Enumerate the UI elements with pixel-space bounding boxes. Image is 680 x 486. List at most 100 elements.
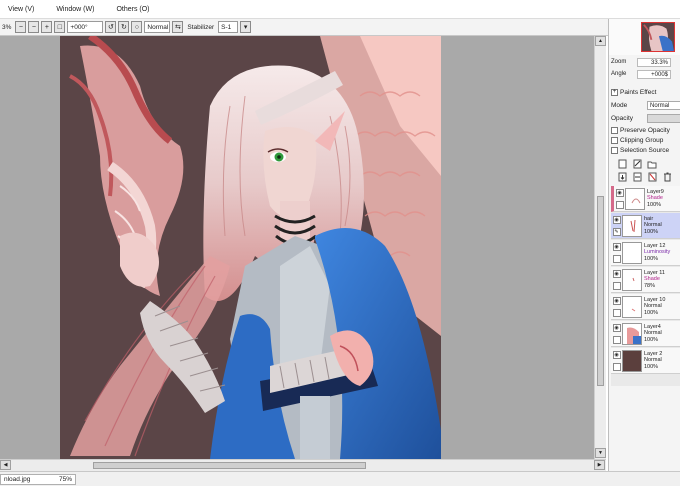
- horizontal-scroll-thumb[interactable]: [93, 462, 366, 469]
- delete-layer-icon[interactable]: [662, 172, 672, 182]
- layer-thumbnail: [622, 268, 642, 291]
- flip-icon[interactable]: ⇆: [172, 21, 184, 33]
- lock-toggle[interactable]: [612, 308, 621, 317]
- clear-layer-icon[interactable]: [647, 172, 657, 182]
- document-zoom: 75%: [58, 476, 72, 483]
- scroll-right-icon[interactable]: ▶: [594, 460, 605, 470]
- eye-icon[interactable]: ◉: [612, 215, 621, 224]
- right-panel: Zoom 33.3% Angle +000$ + Paints Effect M…: [608, 19, 680, 471]
- preserve-opacity-row[interactable]: Preserve Opacity: [611, 125, 680, 135]
- zoom-reset-icon[interactable]: □: [54, 21, 66, 33]
- layer-opacity: 100%: [644, 363, 659, 370]
- layer-info: Layer4 Normal 100%: [644, 324, 662, 344]
- layer-row[interactable]: ◉ Layer 10 Normal 100%: [611, 294, 680, 320]
- eye-icon[interactable]: ◉: [615, 188, 624, 197]
- lock-toggle[interactable]: [612, 335, 621, 344]
- layer-row[interactable]: ◉ Layer 11 Shade 78%: [611, 267, 680, 293]
- paints-effect-label: Paints Effect: [620, 88, 657, 96]
- status-bar: nload.jpg 75%: [0, 471, 680, 486]
- zoom-out-icon[interactable]: −: [15, 21, 27, 33]
- layer-opacity: 100%: [644, 228, 659, 235]
- layer-row[interactable]: ◉ Layer 12 Luminosity 100%: [611, 240, 680, 266]
- layer-actions-row-2: [617, 172, 672, 182]
- lock-toggle[interactable]: [612, 254, 621, 263]
- layer-row[interactable]: ◉ Layer4 Normal 100%: [611, 321, 680, 347]
- selection-source-row[interactable]: Selection Source: [611, 145, 680, 155]
- stabilizer-select[interactable]: S-1: [218, 21, 239, 33]
- rotate-reset-icon[interactable]: ○: [131, 21, 143, 33]
- expand-icon[interactable]: +: [611, 88, 618, 96]
- layer-thumbnail: [622, 349, 642, 372]
- opacity-slider[interactable]: [647, 113, 680, 123]
- layer-controls: ◉: [611, 323, 622, 345]
- layer-row[interactable]: ◉ ✎ hair Normal 100%: [611, 213, 680, 239]
- layer-thumbnail: [622, 214, 642, 237]
- blend-mode-field[interactable]: Normal: [144, 21, 171, 33]
- mode-select[interactable]: Normal: [647, 100, 680, 110]
- paints-effect-header[interactable]: + Paints Effect: [611, 87, 680, 97]
- canvas-area[interactable]: [0, 36, 594, 459]
- selection-source-checkbox[interactable]: [611, 146, 618, 154]
- zoom-minus-icon[interactable]: −: [28, 21, 40, 33]
- menu-others[interactable]: Others (O): [116, 6, 149, 13]
- artwork-canvas[interactable]: [60, 36, 441, 459]
- vertical-scrollbar[interactable]: ▲ ▼: [594, 36, 606, 459]
- rotate-left-icon[interactable]: ↺: [105, 21, 117, 33]
- document-tab[interactable]: nload.jpg 75%: [0, 474, 76, 485]
- eye-icon[interactable]: ◉: [612, 296, 621, 305]
- preserve-opacity-label: Preserve Opacity: [620, 126, 670, 134]
- layer-thumbnail: [622, 322, 642, 345]
- eye-icon[interactable]: ◉: [612, 350, 621, 359]
- toolbar: 3% − − + □ +000° ↺ ↻ ○ Normal ⇆ Stabiliz…: [0, 19, 608, 36]
- clipping-group-label: Clipping Group: [620, 136, 664, 144]
- new-linework-layer-icon[interactable]: [632, 159, 642, 169]
- layer-row[interactable]: ◉ Layer9 Shade 100%: [611, 186, 680, 212]
- zoom-value[interactable]: 3%: [0, 24, 13, 31]
- scroll-down-icon[interactable]: ▼: [595, 448, 606, 458]
- horizontal-scrollbar[interactable]: ◀ ▶: [0, 459, 606, 471]
- menu-window[interactable]: Window (W): [56, 6, 94, 13]
- transfer-down-icon[interactable]: [617, 172, 627, 182]
- stabilizer-dropdown-icon[interactable]: ▾: [240, 21, 252, 33]
- navigator-zoom-field[interactable]: 33.3%: [637, 57, 671, 67]
- layer-info: Layer 2 Normal 100%: [644, 351, 662, 371]
- clipping-group-row[interactable]: Clipping Group: [611, 135, 680, 145]
- navigator-zoom-row: Zoom 33.3%: [611, 57, 680, 67]
- new-layer-icon[interactable]: [617, 159, 627, 169]
- rotate-right-icon[interactable]: ↻: [118, 21, 130, 33]
- layer-controls: ◉: [611, 269, 622, 291]
- eye-icon[interactable]: ◉: [612, 242, 621, 251]
- layer-thumbnail: [625, 187, 645, 210]
- mode-row: Mode Normal: [611, 100, 680, 110]
- scroll-up-icon[interactable]: ▲: [595, 36, 606, 46]
- pen-icon[interactable]: ✎: [612, 227, 621, 236]
- lock-toggle[interactable]: [615, 200, 624, 209]
- navigator-thumbnail[interactable]: [641, 22, 675, 52]
- preserve-opacity-checkbox[interactable]: [611, 126, 618, 134]
- rotation-field[interactable]: +000°: [67, 21, 104, 33]
- layer-opacity: 100%: [647, 201, 662, 208]
- layer-row[interactable]: ◉ Layer 2 Normal 100%: [611, 348, 680, 374]
- navigator-panel: [609, 19, 680, 55]
- eye-icon[interactable]: ◉: [612, 323, 621, 332]
- zoom-in-icon[interactable]: +: [41, 21, 53, 33]
- opacity-row: Opacity: [611, 113, 680, 123]
- new-folder-icon[interactable]: [647, 159, 657, 169]
- layer-list: ◉ Layer9 Shade 100% ◉ ✎ hair Normal 100% ◉ Layer 1…: [611, 186, 680, 386]
- layer-opacity: 100%: [644, 309, 659, 316]
- layer-controls: ◉: [611, 350, 622, 372]
- layer-controls: ◉: [611, 296, 622, 318]
- menu-view[interactable]: View (V): [8, 6, 34, 13]
- layer-thumbnail: [622, 241, 642, 264]
- layer-actions-row-1: [617, 159, 657, 169]
- navigator-angle-field[interactable]: +000$: [637, 69, 671, 79]
- navigator-zoom-label: Zoom: [611, 59, 627, 65]
- scroll-left-icon[interactable]: ◀: [0, 460, 11, 470]
- lock-toggle[interactable]: [612, 362, 621, 371]
- lock-toggle[interactable]: [612, 281, 621, 290]
- eye-icon[interactable]: ◉: [612, 269, 621, 278]
- vertical-scroll-thumb[interactable]: [597, 196, 604, 386]
- merge-down-icon[interactable]: [632, 172, 642, 182]
- layer-info: Layer9 Shade 100%: [647, 189, 664, 209]
- clipping-group-checkbox[interactable]: [611, 136, 618, 144]
